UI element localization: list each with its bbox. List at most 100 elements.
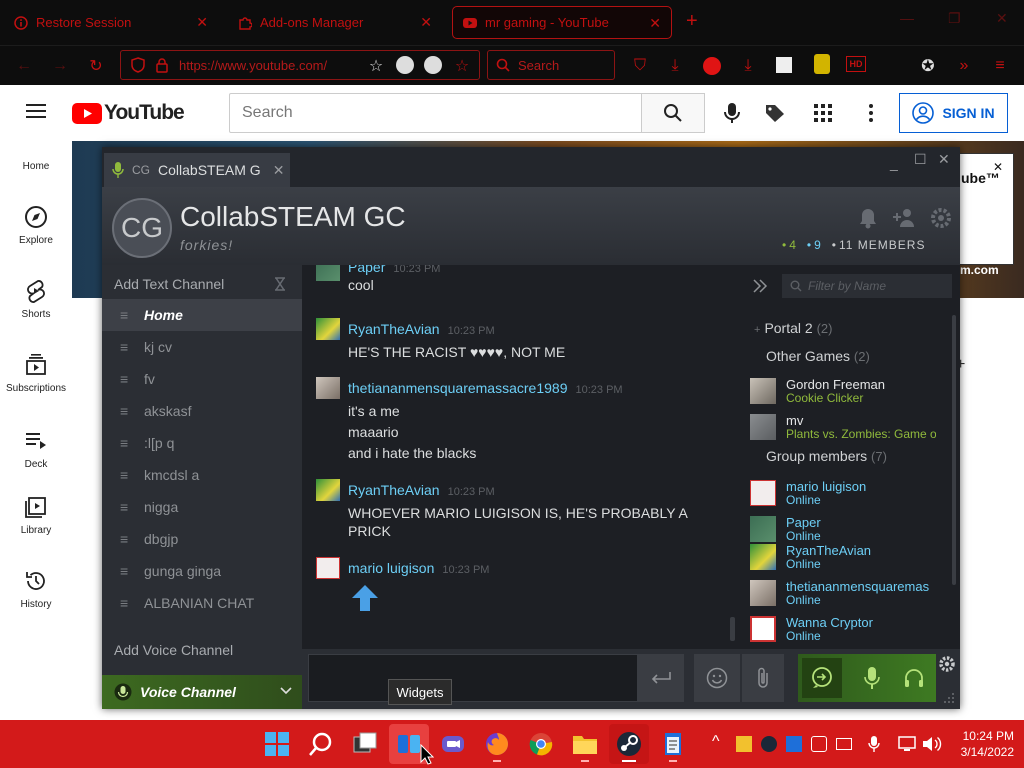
channel-item[interactable]: ≡ fv: [102, 363, 302, 395]
teams-chat-icon[interactable]: [439, 730, 467, 758]
star-icon[interactable]: ☆: [366, 56, 386, 76]
browser-search-input[interactable]: Search: [487, 50, 615, 80]
headphones-toggle-button[interactable]: [894, 658, 934, 698]
channel-item[interactable]: ≡ kj cv: [102, 331, 302, 363]
clock[interactable]: 10:24 PM 3/14/2022: [950, 728, 1014, 760]
reload-icon[interactable]: ↻: [86, 56, 106, 76]
sidebar-item-explore[interactable]: Explore: [0, 205, 72, 246]
voice-settings-gear-icon[interactable]: [938, 655, 956, 673]
message-author[interactable]: mario luigison 10:23 PM: [348, 560, 489, 576]
sidebar-item-subscriptions[interactable]: Subscriptions: [0, 353, 72, 394]
avatar[interactable]: [316, 377, 340, 399]
minimize-button[interactable]: _: [890, 155, 898, 171]
tab-addons-manager[interactable]: Add-ons Manager ✕: [228, 6, 442, 39]
member-item[interactable]: mario luigison Online: [750, 479, 950, 511]
chrome-icon[interactable]: [527, 730, 555, 758]
add-voice-channel-button[interactable]: Add Voice Channel: [114, 642, 233, 658]
task-view-icon[interactable]: [351, 730, 379, 758]
message-author[interactable]: Paper 10:23 PM: [348, 265, 440, 275]
gear-extension-icon[interactable]: ✪: [918, 56, 938, 76]
ad-close-icon[interactable]: ✕: [993, 160, 1003, 174]
back-icon[interactable]: ←: [14, 56, 34, 76]
collapse-panel-icon[interactable]: [752, 279, 768, 293]
download-circle-icon[interactable]: [396, 56, 414, 74]
invite-friend-icon[interactable]: [892, 207, 916, 229]
sidebar-item-home[interactable]: Home: [0, 161, 72, 172]
add-text-channel-button[interactable]: Add Text Channel: [114, 276, 224, 292]
avatar[interactable]: [316, 479, 340, 501]
extension-note-icon[interactable]: [776, 57, 792, 73]
group-portal-header[interactable]: + Portal 2 (2): [754, 320, 832, 336]
channel-item[interactable]: ≡ ALBANIAN CHAT: [102, 587, 302, 619]
new-tab-button[interactable]: +: [686, 10, 698, 33]
message-author[interactable]: thetiananmensquaremassacre1989 10:23 PM: [348, 380, 623, 396]
extension-pass-icon[interactable]: [814, 54, 830, 74]
notification-bell-icon[interactable]: [858, 207, 878, 229]
youtube-logo[interactable]: YouTube: [72, 101, 185, 125]
emoticon-button[interactable]: [694, 654, 740, 702]
sidebar-item-shorts[interactable]: Shorts: [0, 279, 72, 320]
firefox-icon[interactable]: [483, 730, 511, 758]
downloads-icon[interactable]: ⤓: [665, 56, 685, 76]
member-item[interactable]: Gordon Freeman Cookie Clicker: [750, 377, 950, 409]
settings-gear-icon[interactable]: [930, 207, 952, 229]
start-windows-icon[interactable]: [263, 730, 291, 758]
hourglass-icon[interactable]: [274, 277, 286, 291]
keyboard-icon[interactable]: [836, 738, 852, 750]
group-other-games-header[interactable]: Other Games (2): [766, 348, 870, 364]
message-author[interactable]: RyanTheAvian 10:23 PM: [348, 321, 495, 337]
member-item[interactable]: mv Plants vs. Zombies: Game o: [750, 413, 950, 445]
tray-overflow-chevron-icon[interactable]: ^: [712, 733, 720, 751]
youtube-search-button[interactable]: [641, 93, 705, 133]
channel-item[interactable]: ≡ akskasf: [102, 395, 302, 427]
member-item[interactable]: RyanTheAvian Online: [750, 543, 950, 575]
apps-grid-icon[interactable]: [814, 104, 832, 122]
attach-button[interactable]: [742, 654, 784, 702]
close-window-button[interactable]: ✕: [996, 10, 1008, 27]
steam-chat-tab[interactable]: CG CollabSTEAM G ✕: [104, 153, 290, 187]
steam-icon[interactable]: [615, 730, 643, 758]
network-icon[interactable]: [898, 736, 916, 752]
volume-icon[interactable]: [922, 736, 942, 752]
maximize-button[interactable]: ❐: [948, 10, 961, 27]
close-window-button[interactable]: ✕: [938, 151, 950, 168]
member-filter-input[interactable]: Filter by Name: [782, 274, 952, 298]
close-tab-icon[interactable]: ✕: [196, 14, 208, 31]
sidebar-item-deck[interactable]: Deck: [0, 429, 72, 470]
tag-icon[interactable]: [764, 103, 786, 123]
youtube-search-input[interactable]: Search: [229, 93, 642, 133]
hamburger-menu-icon[interactable]: [26, 103, 46, 119]
send-button[interactable]: [638, 654, 684, 702]
hd-icon[interactable]: HD: [846, 56, 866, 72]
sidebar-item-history[interactable]: History: [0, 569, 72, 610]
resize-grip-icon[interactable]: [942, 691, 956, 705]
microphone-icon[interactable]: [724, 102, 740, 124]
channel-item[interactable]: ≡ nigga: [102, 491, 302, 523]
message-author[interactable]: RyanTheAvian 10:23 PM: [348, 482, 495, 498]
sidebar-item-library[interactable]: Library: [0, 495, 72, 536]
channel-item[interactable]: ≡ dbgjp: [102, 523, 302, 555]
member-item[interactable]: thetiananmensquaremas Online: [750, 579, 950, 611]
microphone-in-use-icon[interactable]: [868, 735, 880, 753]
maximize-button[interactable]: ☐: [914, 151, 927, 168]
overflow-chevron-icon[interactable]: »: [954, 56, 974, 76]
ad-panel[interactable]: ube™ ✕: [958, 153, 1014, 265]
channel-item[interactable]: ≡ gunga ginga: [102, 555, 302, 587]
widgets-icon[interactable]: [395, 730, 423, 758]
pocket-icon[interactable]: ⛉: [630, 56, 650, 76]
voice-channel[interactable]: Voice Channel: [102, 675, 302, 709]
member-scrollbar[interactable]: [952, 315, 956, 585]
extension-download-icon[interactable]: ⤓: [738, 56, 758, 76]
download-circle-icon[interactable]: [424, 56, 442, 74]
ad-link-text[interactable]: m.com: [960, 263, 999, 277]
avatar[interactable]: [316, 557, 340, 579]
tray-warning-icon[interactable]: [736, 736, 752, 752]
close-tab-icon[interactable]: ✕: [420, 14, 432, 31]
tab-restore-session[interactable]: Restore Session ✕: [4, 6, 218, 39]
tray-controller-icon[interactable]: [811, 736, 827, 752]
group-members-header[interactable]: Group members (7): [766, 448, 887, 464]
close-tab-icon[interactable]: ✕: [273, 162, 285, 179]
voice-chat-button[interactable]: [802, 658, 842, 698]
notepad-icon[interactable]: [659, 730, 687, 758]
minimize-button[interactable]: —: [900, 10, 914, 26]
